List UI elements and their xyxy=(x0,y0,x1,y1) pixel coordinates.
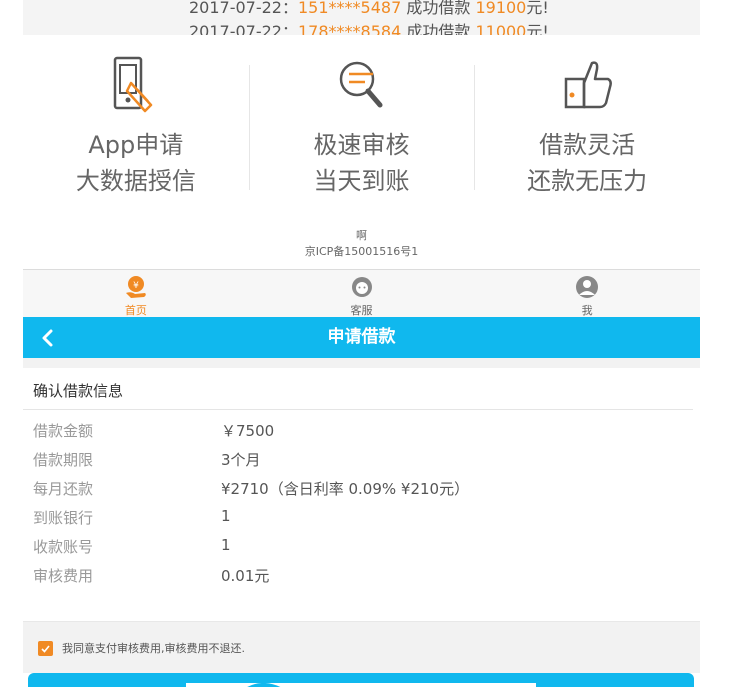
ticker-text: 成功借款 xyxy=(401,22,476,35)
app-screen: 2017-07-22：151****5487 成功借款 19100元! 2017… xyxy=(23,0,700,687)
tab-customer-service[interactable]: 客服 xyxy=(249,270,475,318)
bottom-tab-bar: ¥ 首页 客服 我 xyxy=(23,269,700,318)
info-row-fee: 审核费用 0.01元 xyxy=(33,565,683,589)
svg-text:¥: ¥ xyxy=(133,281,139,291)
ticker-suffix: 元! xyxy=(526,22,549,35)
info-label: 到账银行 xyxy=(33,509,94,527)
ticker-phone: 178****8584 xyxy=(298,22,402,35)
tab-me[interactable]: 我 xyxy=(474,270,700,318)
feature-subtitle: 大数据授信 xyxy=(75,167,196,195)
info-value: ¥2710（含日利率 0.09% ¥210元） xyxy=(221,480,470,498)
section-divider xyxy=(23,358,700,368)
info-row-amount: 借款金额 ￥7500 xyxy=(33,420,683,444)
feature-subtitle: 还款无压力 xyxy=(527,167,648,195)
ticker-text: 成功借款 xyxy=(401,0,476,17)
agree-checkbox[interactable] xyxy=(38,641,53,656)
info-label: 借款金额 xyxy=(33,422,94,440)
page-title: 申请借款 xyxy=(327,327,396,347)
magnifier-icon xyxy=(339,61,382,108)
page-header: 申请借款 xyxy=(23,317,700,358)
info-value: 0.01元 xyxy=(221,567,270,585)
feature-subtitle: 当天到账 xyxy=(313,167,410,195)
footer-line: 啊 xyxy=(356,229,367,242)
ticker-amount: 19100 xyxy=(475,0,527,17)
info-row-term: 借款期限 3个月 xyxy=(33,449,683,473)
thumbs-up-icon xyxy=(564,61,613,109)
ticker-date: 2017-07-22： xyxy=(189,0,298,17)
info-row-bank: 到账银行 1 xyxy=(33,507,683,531)
loan-ticker: 2017-07-22：151****5487 成功借款 19100元! 2017… xyxy=(23,0,700,35)
feature-flexible-loan: 借款灵活 还款无压力 xyxy=(474,35,700,220)
feature-title: 极速审核 xyxy=(313,131,410,159)
ticker-line: 2017-07-22：178****8584 成功借款 11000元! xyxy=(189,18,549,35)
info-label: 每月还款 xyxy=(33,480,94,498)
ticker-date: 2017-07-22： xyxy=(189,22,298,35)
divider xyxy=(23,409,693,410)
ticker-line: 2017-07-22：151****5487 成功借款 19100元! xyxy=(189,0,549,18)
ticker-amount: 11000 xyxy=(475,22,527,35)
check-icon xyxy=(41,645,50,653)
tab-label: 我 xyxy=(581,304,593,317)
section-title: 确认借款信息 xyxy=(33,382,124,400)
info-value: 1 xyxy=(221,536,231,554)
user-icon xyxy=(576,276,599,298)
feature-title: App申请 xyxy=(88,131,184,159)
info-value: ￥7500 xyxy=(221,422,275,440)
phone-hand-icon xyxy=(113,56,153,113)
home-yen-icon: ¥ xyxy=(125,276,146,298)
agreement-text: 我同意支付审核费用,审核费用不退还. xyxy=(62,642,245,655)
info-label: 收款账号 xyxy=(33,538,94,556)
feature-title: 借款灵活 xyxy=(539,131,636,159)
info-value: 3个月 xyxy=(221,451,261,469)
tab-home[interactable]: ¥ 首页 xyxy=(23,270,249,318)
feature-app-apply: App申请 大数据授信 xyxy=(23,35,249,220)
ticker-phone: 151****5487 xyxy=(298,0,402,17)
tab-label: 首页 xyxy=(124,304,147,317)
info-row-account: 收款账号 1 xyxy=(33,536,683,560)
info-label: 借款期限 xyxy=(33,451,94,469)
info-row-monthly: 每月还款 ¥2710（含日利率 0.09% ¥210元） xyxy=(33,478,683,502)
feature-fast-review: 极速审核 当天到账 xyxy=(248,35,475,220)
footer-info: 啊 京ICP备15001516号1 xyxy=(23,228,700,260)
ticker-suffix: 元! xyxy=(526,0,549,17)
customer-service-icon xyxy=(351,277,372,297)
feature-strip: App申请 大数据授信 极速审核 当天到账 借款灵活 还款无压力 xyxy=(23,35,700,220)
loading-arc-icon xyxy=(247,683,281,687)
tab-label: 客服 xyxy=(350,304,373,317)
info-value: 1 xyxy=(221,507,231,525)
info-label: 审核费用 xyxy=(33,567,94,585)
icp-license: 京ICP备15001516号1 xyxy=(304,245,419,258)
